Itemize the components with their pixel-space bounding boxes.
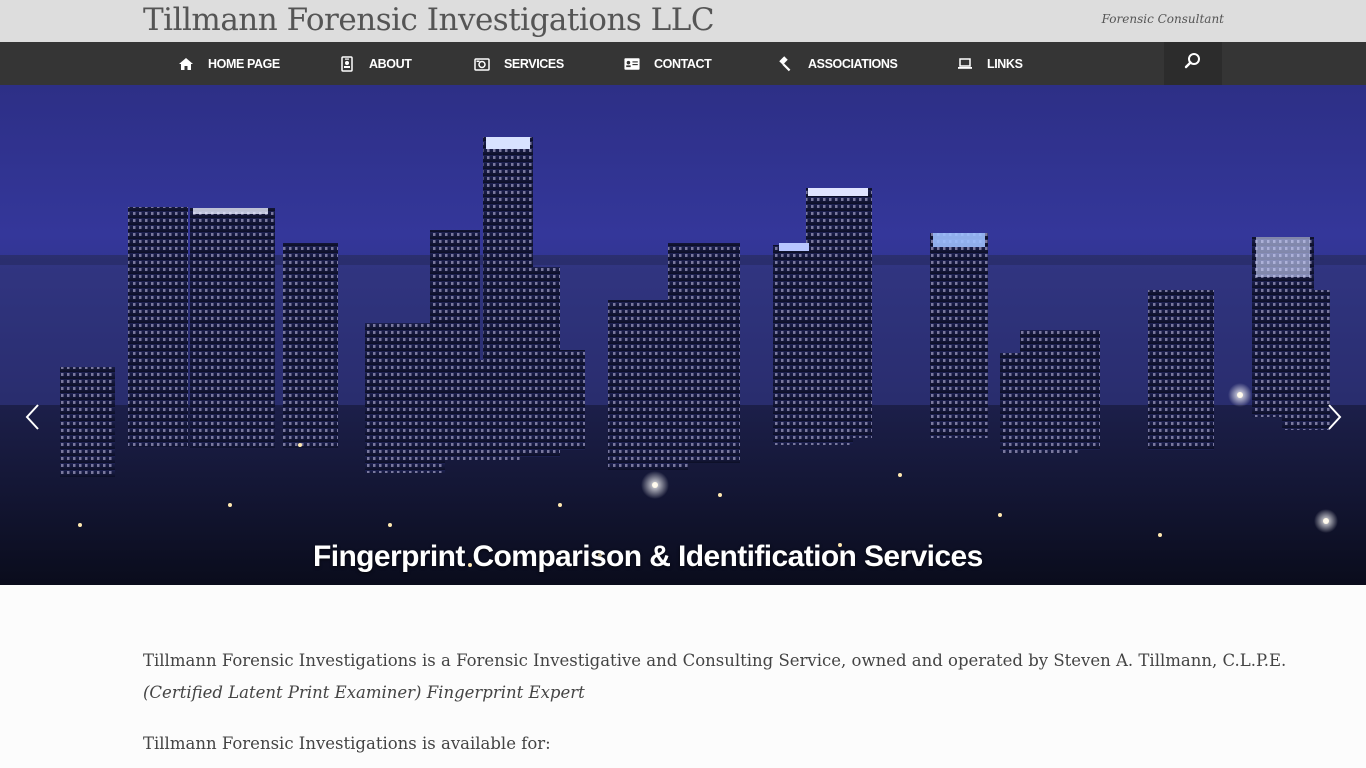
search-button[interactable]: [1164, 42, 1222, 85]
camera-icon: [474, 56, 490, 72]
main-navigation: HOME PAGE ABOUT SERVICES CONTACT ASSOCIA…: [0, 42, 1366, 85]
nav-label-contact: CONTACT: [654, 56, 712, 71]
site-header: Tillmann Forensic Investigations LLC For…: [0, 0, 1366, 42]
city-skyline-image: [0, 137, 1366, 585]
nav-item-home[interactable]: HOME PAGE: [178, 42, 280, 85]
chevron-left-icon: [24, 403, 40, 436]
site-title[interactable]: Tillmann Forensic Investigations LLC: [143, 2, 715, 38]
id-badge-icon: [339, 55, 355, 72]
site-tagline: Forensic Consultant: [1101, 12, 1224, 26]
nav-item-about[interactable]: ABOUT: [339, 42, 412, 85]
laptop-icon: [957, 56, 973, 72]
nav-item-links[interactable]: LINKS: [957, 42, 1023, 85]
nav-item-services[interactable]: SERVICES: [474, 42, 564, 85]
nav-label-about: ABOUT: [369, 56, 412, 71]
nav-label-home: HOME PAGE: [208, 56, 280, 71]
home-icon: [178, 56, 194, 72]
nav-label-associations: ASSOCIATIONS: [808, 56, 898, 71]
nav-item-associations[interactable]: ASSOCIATIONS: [778, 42, 898, 85]
slider-caption: Fingerprint Comparison & Identification …: [313, 540, 983, 573]
hero-slider: Fingerprint Comparison & Identification …: [0, 85, 1366, 585]
intro-credential-text: (Certified Latent Print Examiner) Finger…: [143, 683, 585, 702]
gavel-icon: [778, 55, 794, 72]
available-for-text: Tillmann Forensic Investigations is avai…: [143, 734, 551, 753]
nav-item-contact[interactable]: CONTACT: [624, 42, 712, 85]
slider-next-button[interactable]: [1323, 403, 1347, 435]
main-content: Tillmann Forensic Investigations is a Fo…: [0, 585, 1366, 760]
chevron-right-icon: [1327, 403, 1343, 436]
slider-prev-button[interactable]: [20, 403, 44, 435]
intro-text: Tillmann Forensic Investigations is a Fo…: [143, 651, 1287, 670]
search-icon: [1184, 52, 1202, 75]
contact-card-icon: [624, 56, 640, 72]
nav-label-services: SERVICES: [504, 56, 564, 71]
nav-label-links: LINKS: [987, 56, 1023, 71]
